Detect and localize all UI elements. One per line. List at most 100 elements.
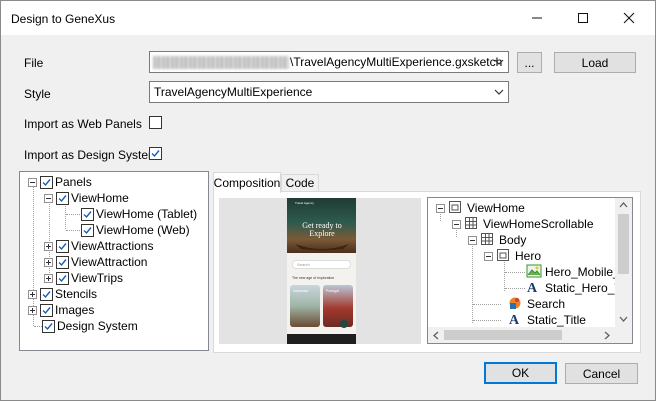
preview-hero-title: Get ready to Explore — [302, 221, 342, 238]
scroll-left-icon[interactable] — [432, 331, 439, 340]
close-button[interactable] — [607, 1, 651, 35]
dialog-window: Design to GeneXus File \TravelAgencyMult… — [0, 0, 656, 401]
tree-item-search[interactable]: Search — [508, 296, 565, 312]
tree-item-body[interactable]: Body — [468, 232, 526, 248]
horizontal-scrollbar[interactable] — [428, 327, 615, 343]
expand-icon[interactable] — [44, 273, 53, 283]
preview-search-placeholder: Search — [297, 262, 310, 267]
preview-header-text: Travel Agency — [295, 201, 314, 205]
tree-item-hero-mobile[interactable]: Hero_Mobile_ — [526, 264, 620, 280]
import-web-panels-label: Import as Web Panels — [24, 117, 142, 131]
tree-item-viewattractions[interactable]: ViewAttractions — [44, 238, 153, 254]
scroll-right-icon[interactable] — [604, 331, 611, 340]
tree-item-viewtrips[interactable]: ViewTrips — [44, 270, 123, 286]
tree-item-viewhome-tablet[interactable]: ViewHome (Tablet) — [81, 206, 197, 222]
tree-item-label: Hero_Mobile_ — [545, 265, 620, 279]
tree-item-hero[interactable]: Hero — [484, 248, 541, 264]
tab-composition[interactable]: Composition — [213, 172, 281, 193]
tree-checkbox[interactable] — [40, 287, 53, 301]
minimize-button[interactable] — [515, 1, 559, 35]
import-web-panels-checkbox[interactable] — [149, 116, 162, 129]
collapse-icon[interactable] — [28, 177, 37, 187]
tree-checkbox[interactable] — [40, 303, 53, 317]
checkmark-icon — [44, 322, 53, 330]
vertical-scrollbar[interactable] — [615, 198, 632, 327]
checkmark-icon — [83, 226, 92, 234]
cancel-button[interactable]: Cancel — [565, 363, 638, 384]
expand-icon[interactable] — [44, 257, 53, 267]
style-value: TravelAgencyMultiExperience — [154, 85, 313, 99]
tree-item-label: ViewHome (Web) — [96, 223, 190, 237]
tree-item-label: Design System — [57, 319, 138, 333]
tree-item-viewattraction[interactable]: ViewAttraction — [44, 254, 147, 270]
window-title: Design to GeneXus — [11, 12, 116, 26]
scroll-down-icon[interactable] — [619, 316, 628, 323]
collapse-icon[interactable] — [468, 235, 477, 245]
text-icon: A — [508, 312, 524, 328]
load-button[interactable]: Load — [554, 52, 636, 73]
ok-button[interactable]: OK — [484, 362, 557, 384]
tree-checkbox[interactable] — [40, 175, 53, 189]
tree-item-label: ViewTrips — [71, 271, 124, 285]
component-icon — [508, 296, 524, 312]
collapse-icon[interactable] — [44, 193, 53, 203]
panel-icon — [496, 248, 512, 264]
checkmark-icon — [58, 258, 67, 266]
text-icon: A — [526, 280, 542, 296]
tab-code[interactable]: Code — [281, 174, 319, 192]
checkmark-icon — [58, 242, 67, 250]
scroll-thumb[interactable] — [618, 214, 629, 274]
preview-search: Search — [292, 260, 351, 269]
collapse-icon[interactable] — [436, 203, 445, 213]
tree-item-viewhome[interactable]: ViewHome — [436, 200, 525, 216]
tree-checkbox[interactable] — [56, 255, 69, 269]
blurred-path — [153, 56, 289, 69]
tree-item-label: ViewHome — [467, 201, 525, 215]
scroll-up-icon[interactable] — [619, 201, 628, 208]
collapse-icon[interactable] — [452, 219, 461, 229]
preview-fab — [340, 320, 348, 328]
control-tree[interactable]: ViewHome ViewHomeScrollable Body Hero He… — [427, 197, 633, 344]
table-icon — [480, 232, 496, 248]
tree-item-static-title[interactable]: A Static_Title — [508, 312, 586, 328]
style-label: Style — [24, 87, 51, 101]
tree-checkbox[interactable] — [56, 191, 69, 205]
scroll-corner — [615, 327, 632, 343]
maximize-button[interactable] — [561, 1, 605, 35]
tree-item-stencils[interactable]: Stencils — [28, 286, 97, 302]
tree-item-label: Static_Title — [527, 313, 586, 327]
tree-item-panels[interactable]: Panels — [28, 174, 92, 190]
tree-item-viewhomescrollable[interactable]: ViewHomeScrollable — [452, 216, 594, 232]
hscroll-thumb[interactable] — [444, 330, 562, 340]
minimize-icon — [532, 17, 542, 19]
tree-checkbox[interactable] — [56, 271, 69, 285]
import-design-system-checkbox[interactable] — [149, 147, 162, 160]
tree-item-label: Body — [499, 233, 527, 247]
browse-button[interactable]: ... — [517, 52, 542, 73]
file-label: File — [24, 56, 44, 70]
tree-item-viewhome[interactable]: ViewHome — [44, 190, 129, 206]
tree-item-design-system[interactable]: Design System — [42, 318, 138, 334]
style-combo[interactable]: TravelAgencyMultiExperience — [149, 81, 509, 103]
expand-icon[interactable] — [28, 289, 37, 299]
tree-item-viewhome-web[interactable]: ViewHome (Web) — [81, 222, 190, 238]
checkmark-icon — [83, 210, 92, 218]
tree-item-label: Search — [527, 297, 566, 311]
tree-checkbox[interactable] — [56, 239, 69, 253]
file-combo[interactable]: \TravelAgencyMultiExperience.gxsketch — [149, 51, 509, 73]
boat-image — [295, 244, 349, 251]
tree-item-images[interactable]: Images — [28, 302, 94, 318]
expand-icon[interactable] — [28, 305, 37, 315]
tree-item-label: ViewAttractions — [71, 239, 154, 253]
expand-icon[interactable] — [44, 241, 53, 251]
tree-item-static-hero[interactable]: A Static_Hero_T — [526, 280, 622, 296]
checkmark-icon — [58, 194, 67, 202]
checkmark-icon — [42, 290, 51, 298]
structure-tree[interactable]: Panels ViewHome ViewHome (Tablet) ViewHo… — [19, 171, 209, 351]
tree-checkbox[interactable] — [42, 319, 55, 333]
collapse-icon[interactable] — [484, 251, 493, 261]
tree-checkbox[interactable] — [81, 207, 94, 221]
tree-checkbox[interactable] — [81, 223, 94, 237]
tree-item-label: ViewHomeScrollable — [483, 217, 594, 231]
composition-preview: Travel Agency Get ready to Explore Searc… — [219, 198, 421, 344]
